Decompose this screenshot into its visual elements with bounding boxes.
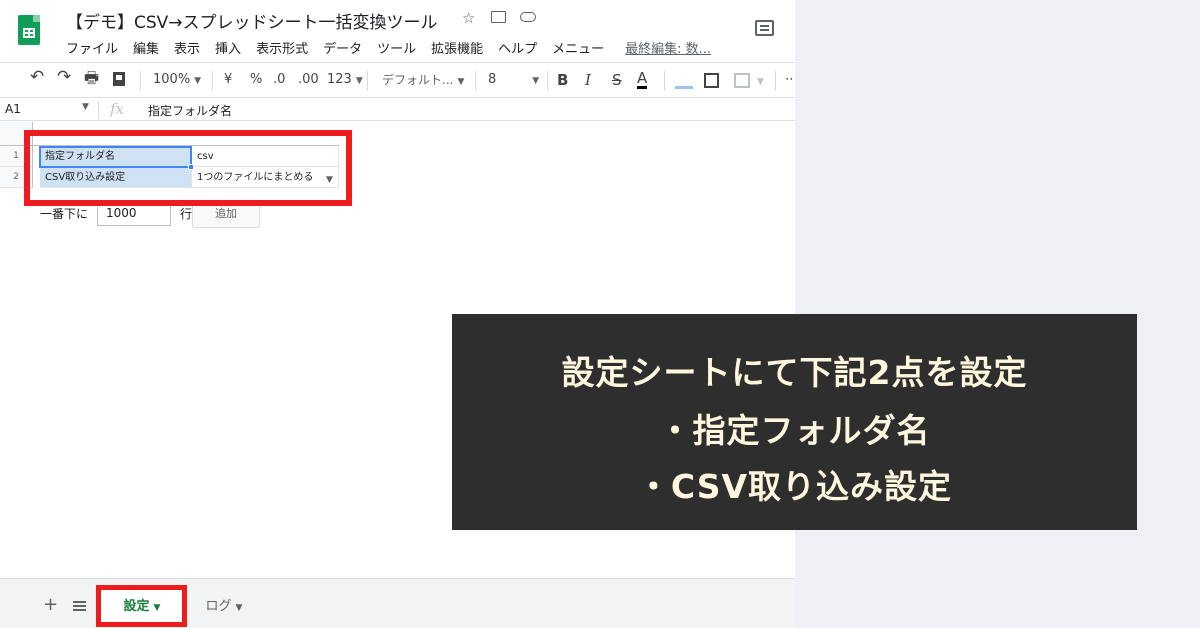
font-size-value: 8 [488, 72, 497, 87]
font-family-select[interactable]: デフォルト... ▼ [382, 71, 464, 91]
menu-format[interactable]: 表示形式 [256, 38, 308, 57]
paint-format-icon[interactable] [113, 72, 125, 86]
number-format-select[interactable]: 123 ▼ [327, 71, 363, 90]
redo-icon[interactable]: ↷ [57, 68, 71, 86]
zoom-value: 100% [153, 72, 191, 87]
move-folder-icon[interactable] [491, 11, 506, 23]
merge-dropdown-icon[interactable]: ▼ [757, 73, 764, 91]
number-format-value: 123 [327, 72, 352, 87]
star-icon[interactable]: ☆ [462, 9, 475, 27]
comments-icon[interactable] [755, 20, 774, 36]
borders-icon[interactable] [704, 73, 719, 88]
menu-file[interactable]: ファイル [66, 38, 118, 57]
fill-color-icon[interactable] [675, 71, 693, 89]
font-size-select[interactable]: 8 ▼ [488, 71, 539, 90]
last-edit-link[interactable]: 最終編集: 数... [625, 38, 711, 57]
sheets-logo-icon[interactable] [18, 15, 40, 45]
percent-format-button[interactable]: % [250, 71, 262, 89]
add-rows-label: 一番下に [40, 207, 89, 221]
menu-tools[interactable]: ツール [377, 38, 416, 57]
name-box[interactable]: A1 [5, 102, 21, 116]
document-title[interactable]: 【デモ】CSV→スプレッドシート一括変換ツール [66, 8, 438, 33]
font-family-value: デフォルト... [382, 73, 454, 87]
decrease-decimal-button[interactable]: .0 [273, 71, 285, 89]
formula-bar: A1 ▼ fx 指定フォルダ名 [0, 99, 795, 121]
callout-line-1: 設定シートにて下記2点を設定 [561, 353, 1028, 392]
toolbar: ↶ ↷ 🖶 100% ▼ ¥ % .0 .00 123 ▼ デフォルト... ▼ 8 ▼… [0, 62, 795, 98]
zoom-select[interactable]: 100% ▼ [153, 71, 201, 90]
menu-edit[interactable]: 編集 [133, 38, 159, 57]
menu-view[interactable]: 表示 [174, 38, 200, 57]
formula-input[interactable]: 指定フォルダ名 [148, 102, 232, 119]
cloud-status-icon[interactable] [520, 12, 536, 22]
menu-insert[interactable]: 挿入 [215, 38, 241, 57]
more-options-icon[interactable]: ⋯ [785, 71, 795, 89]
print-icon[interactable]: 🖶 [84, 69, 99, 87]
instruction-callout: 設定シートにて下記2点を設定 ・指定フォルダ名 ・CSV取り込み設定 [452, 314, 1137, 530]
red-highlight-settings-tab [96, 585, 187, 627]
menu-extensions[interactable]: 拡張機能 [431, 38, 483, 57]
add-rows-unit: 行 [180, 207, 193, 221]
bold-button[interactable]: B [557, 71, 568, 89]
name-box-dropdown-icon[interactable]: ▼ [82, 102, 89, 112]
red-highlight-settings-cells [24, 130, 352, 206]
italic-button[interactable]: I [585, 71, 591, 89]
chevron-down-icon[interactable]: ▼ [236, 603, 243, 613]
fx-icon: fx [110, 100, 125, 118]
add-sheet-button[interactable]: + [43, 596, 58, 614]
tab-log-label: ログ [205, 599, 232, 614]
callout-line-2: ・指定フォルダ名 [658, 411, 931, 450]
undo-icon[interactable]: ↶ [30, 68, 44, 86]
callout-line-3: ・CSV取り込み設定 [636, 467, 953, 506]
increase-decimal-button[interactable]: .00 [298, 71, 319, 89]
menu-data[interactable]: データ [323, 38, 362, 57]
strikethrough-button[interactable]: S [612, 71, 622, 89]
merge-cells-icon[interactable] [734, 73, 750, 88]
all-sheets-icon[interactable] [73, 601, 86, 611]
title-bar: 【デモ】CSV→スプレッドシート一括変換ツール ☆ ファイル 編集 表示 挿入 … [0, 0, 795, 62]
text-color-button[interactable]: A [637, 71, 648, 89]
menu-bar: ファイル 編集 表示 挿入 表示形式 データ ツール 拡張機能 ヘルプ メニュー… [66, 38, 711, 57]
menu-help[interactable]: ヘルプ [498, 38, 537, 57]
menu-custom[interactable]: メニュー [552, 38, 604, 57]
currency-format-button[interactable]: ¥ [224, 71, 232, 89]
tab-log[interactable]: ログ ▼ [194, 589, 254, 625]
